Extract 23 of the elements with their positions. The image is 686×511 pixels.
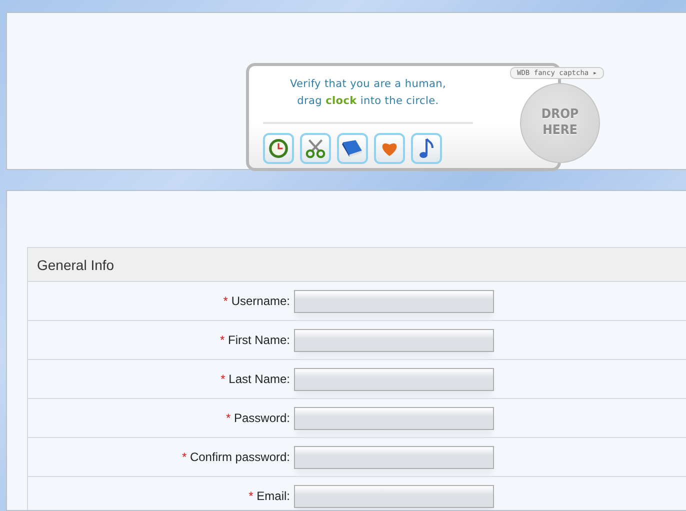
draggable-item[interactable] bbox=[337, 133, 368, 164]
scissors-icon bbox=[305, 138, 326, 159]
input-field[interactable] bbox=[294, 446, 494, 468]
draggable-item[interactable] bbox=[411, 133, 442, 164]
input-field[interactable] bbox=[294, 328, 494, 352]
draggable-item[interactable] bbox=[263, 133, 294, 164]
input-field[interactable] bbox=[294, 368, 494, 390]
input-field[interactable] bbox=[294, 290, 494, 312]
draggable-item[interactable] bbox=[374, 133, 405, 164]
field-label: * Last Name: bbox=[220, 372, 291, 386]
field-label: * Password: bbox=[224, 411, 291, 425]
music-note-icon bbox=[418, 138, 435, 160]
field-label: * Username: bbox=[222, 294, 291, 308]
field-label: * Email: bbox=[248, 489, 291, 503]
clock-icon bbox=[268, 138, 289, 159]
field-label: * Confirm password: bbox=[180, 450, 291, 464]
book-icon bbox=[341, 138, 364, 159]
field-label: * First Name: bbox=[218, 333, 291, 347]
draggable-item[interactable] bbox=[300, 133, 331, 164]
captcha-prompt: Verify that you are a human, drag clock into the circle. bbox=[263, 76, 473, 124]
input-field[interactable] bbox=[294, 484, 494, 508]
input-field[interactable] bbox=[294, 406, 494, 430]
section-header: General Info bbox=[28, 247, 686, 282]
